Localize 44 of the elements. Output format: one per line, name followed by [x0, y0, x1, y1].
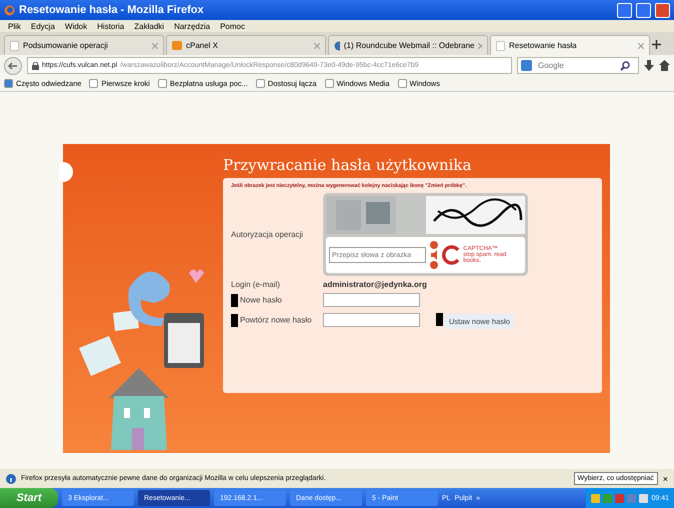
firefox-icon — [4, 4, 15, 16]
close-button[interactable] — [655, 2, 670, 18]
field-label: Login (e-mail) — [231, 280, 281, 289]
password-field[interactable] — [323, 313, 420, 327]
search-input[interactable]: Google — [536, 60, 616, 71]
menu-item[interactable]: Pomoc — [220, 22, 245, 30]
back-icon[interactable] — [4, 56, 22, 74]
menu-item[interactable]: Edycja — [30, 22, 55, 30]
captcha-logo-icon — [441, 245, 460, 265]
info-icon — [6, 474, 16, 484]
menu-item[interactable]: Plik — [8, 22, 21, 30]
menu-item[interactable]: Historia — [97, 22, 124, 30]
maximize-button[interactable] — [636, 2, 651, 18]
search-icon[interactable] — [620, 60, 630, 70]
password-field[interactable] — [323, 293, 420, 307]
menu-item[interactable]: Zakładki — [134, 22, 164, 30]
field-label: Nowe hasło — [231, 294, 323, 306]
google-icon — [521, 60, 532, 71]
browser-tab[interactable]: (1) Roundcube Webmail :: Odebrane — [328, 35, 488, 55]
browser-tab[interactable]: Podsumowanie operacji — [4, 35, 164, 55]
form-title: Przywracanie hasła użytkownika — [223, 156, 472, 174]
browser-tab[interactable]: Resetowanie hasła — [490, 35, 650, 55]
login-value: administrator@jedynka.org — [323, 280, 428, 289]
search-field[interactable]: Google — [517, 57, 639, 74]
page-icon — [10, 40, 19, 50]
field-label: Autoryzacja operacji — [231, 230, 304, 239]
lock-icon — [32, 62, 39, 70]
download-icon[interactable] — [644, 60, 654, 71]
window-title: Resetowanie hasła - Mozilla Firefox — [19, 4, 205, 16]
cpanel-icon — [172, 41, 182, 50]
minimize-button[interactable] — [617, 2, 632, 18]
arrow-tab-icon[interactable] — [59, 162, 73, 182]
menu-item[interactable]: Widok — [64, 22, 88, 30]
close-button[interactable]: × — [662, 474, 668, 484]
redaction-mark — [231, 314, 238, 326]
redaction-mark — [231, 294, 238, 306]
field-label: Powtórz nowe hasło — [231, 314, 323, 326]
captcha-tools-icon[interactable] — [429, 240, 438, 270]
home-icon[interactable] — [659, 60, 670, 71]
redaction-mark — [436, 313, 443, 326]
new-tab-icon[interactable] — [652, 40, 661, 49]
browser-tab[interactable]: cPanel X — [166, 35, 326, 55]
menu-item[interactable]: Narzędzia — [174, 22, 210, 30]
page-icon — [496, 40, 505, 50]
